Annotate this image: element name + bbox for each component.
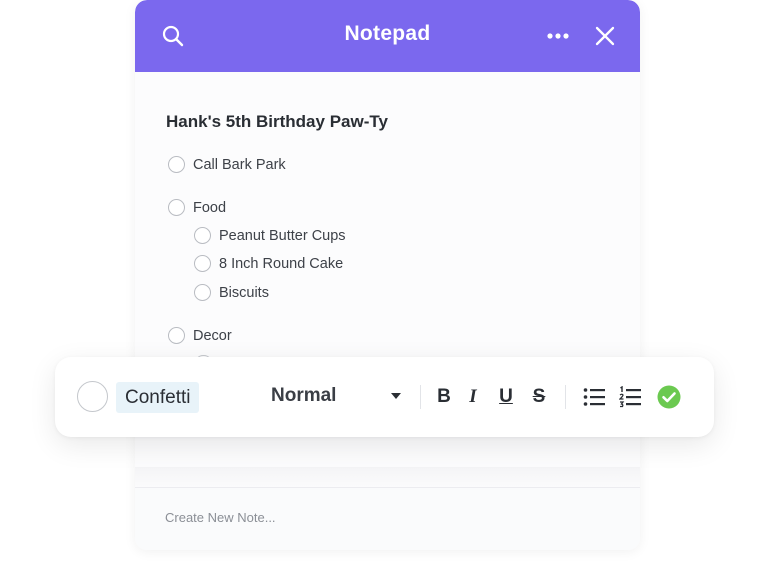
item-label[interactable]: Call Bark Park xyxy=(193,157,286,173)
item-label[interactable]: Biscuits xyxy=(219,285,269,301)
underline-button[interactable]: U xyxy=(494,385,518,409)
create-note-placeholder: Create New Note... xyxy=(165,510,276,525)
more-options-button[interactable] xyxy=(544,22,572,50)
checklist-item: Call Bark Park xyxy=(168,156,286,173)
notepad-window: Notepad Hank's 5th Birthday Paw-Ty Call xyxy=(135,0,640,550)
item-checkbox[interactable] xyxy=(168,199,185,216)
checklist-item: Food xyxy=(168,199,226,216)
item-checkbox[interactable] xyxy=(77,381,108,412)
checkmark-icon xyxy=(657,385,681,409)
item-label[interactable]: Peanut Butter Cups xyxy=(219,228,346,244)
item-checkbox[interactable] xyxy=(194,227,211,244)
chevron-down-icon[interactable] xyxy=(391,393,401,399)
fade-divider xyxy=(135,467,640,487)
stage: Notepad Hank's 5th Birthday Paw-Ty Call xyxy=(0,0,768,567)
strikethrough-button[interactable]: S xyxy=(527,385,551,409)
note-title[interactable]: Hank's 5th Birthday Paw-Ty xyxy=(166,112,388,132)
italic-button[interactable]: I xyxy=(461,385,485,409)
format-toolbar: Confetti Normal B I U S xyxy=(55,357,714,437)
item-label[interactable]: Food xyxy=(193,200,226,216)
item-checkbox[interactable] xyxy=(168,327,185,344)
confirm-button[interactable] xyxy=(657,385,681,409)
notepad-header: Notepad xyxy=(135,0,640,72)
numbered-list-button[interactable] xyxy=(618,385,642,409)
bullet-list-button[interactable] xyxy=(582,385,606,409)
close-icon xyxy=(595,26,615,46)
create-note-bar[interactable]: Create New Note... xyxy=(135,487,640,550)
checklist-subitem: 8 Inch Round Cake xyxy=(194,255,343,272)
item-checkbox[interactable] xyxy=(194,255,211,272)
checklist-subitem: Peanut Butter Cups xyxy=(194,227,346,244)
toolbar-divider xyxy=(420,385,421,409)
note-body: Hank's 5th Birthday Paw-Ty Call Bark Par… xyxy=(135,72,640,550)
item-label[interactable]: Decor xyxy=(193,328,232,344)
item-label[interactable]: 8 Inch Round Cake xyxy=(219,256,343,272)
text-style-dropdown[interactable]: Normal xyxy=(271,385,336,407)
checklist-subitem: Biscuits xyxy=(194,284,269,301)
more-icon xyxy=(547,33,569,39)
editing-item-text[interactable]: Confetti xyxy=(116,382,200,413)
item-checkbox[interactable] xyxy=(194,284,211,301)
close-button[interactable] xyxy=(591,22,619,50)
checklist-item: Decor xyxy=(168,327,232,344)
numbered-list-icon xyxy=(619,386,641,408)
bold-button[interactable]: B xyxy=(432,385,456,409)
item-checkbox[interactable] xyxy=(168,156,185,173)
bullet-list-icon xyxy=(583,388,605,406)
toolbar-divider xyxy=(565,385,566,409)
